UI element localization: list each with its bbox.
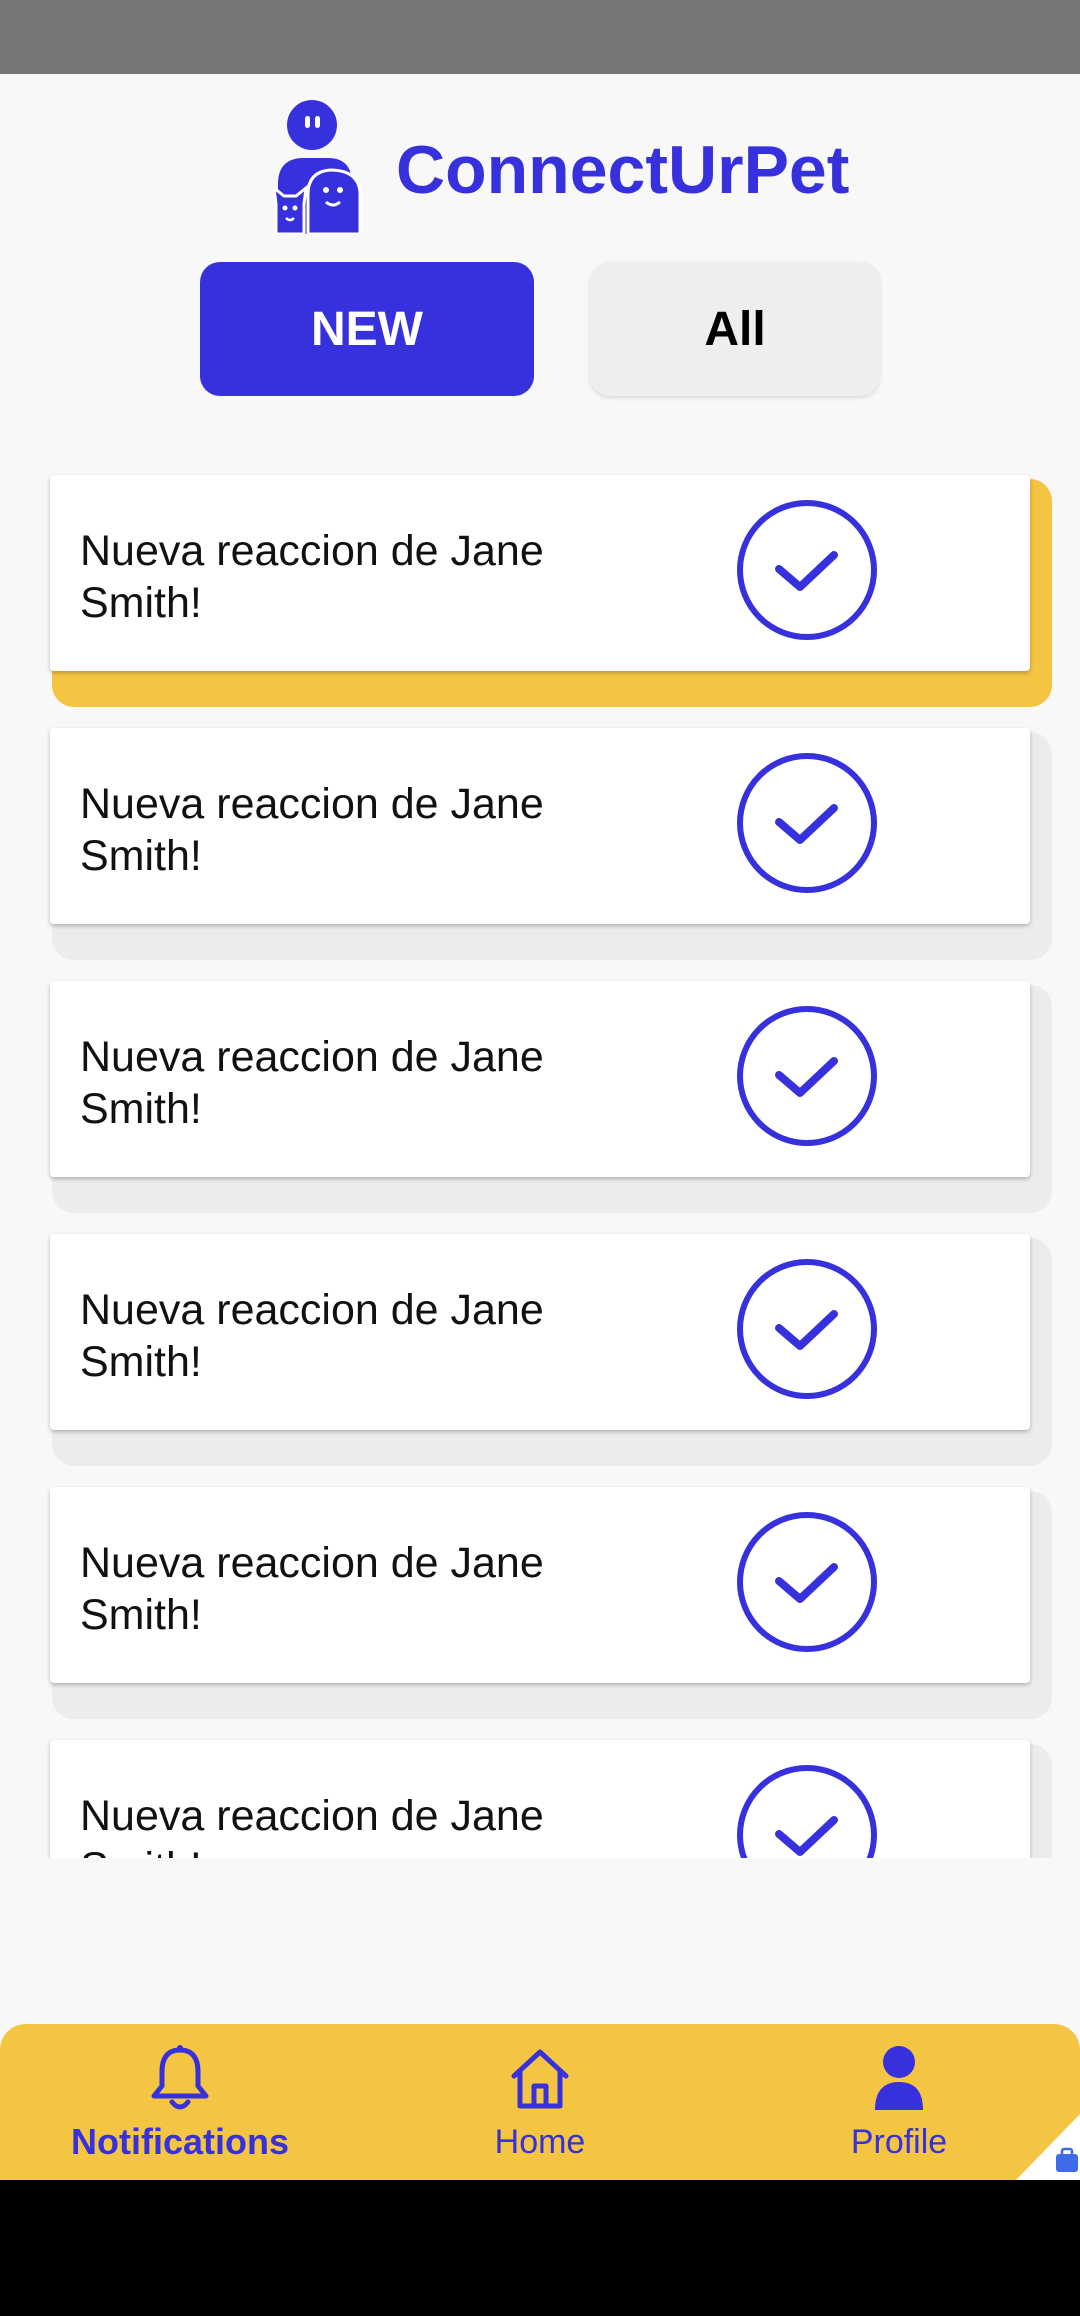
pet-logo-icon bbox=[272, 100, 362, 234]
mark-read-check-icon[interactable] bbox=[736, 1511, 878, 1653]
person-icon bbox=[875, 2046, 923, 2110]
notification-item: Nueva reaccion de Jane Smith! bbox=[50, 1234, 1052, 1466]
notification-card: Nueva reaccion de Jane Smith! bbox=[50, 728, 1030, 924]
notification-text-line1: Nueva reaccion de Jane bbox=[80, 1792, 544, 1840]
notification-item: Nueva reaccion de Jane Smith! bbox=[50, 1487, 1052, 1719]
system-navigation-bar bbox=[0, 2180, 1080, 2316]
notification-text-line2: Smith! bbox=[80, 1338, 202, 1386]
mark-read-check-icon[interactable] bbox=[736, 1764, 878, 1858]
bell-icon bbox=[151, 2045, 209, 2110]
notification-item: Nueva reaccion de Jane Smith! bbox=[50, 1740, 1052, 1858]
notification-text-line1: Nueva reaccion de Jane bbox=[80, 780, 544, 828]
notification-card: Nueva reaccion de Jane Smith! bbox=[50, 475, 1030, 671]
notification-text: Nueva reaccion de Jane Smith! bbox=[80, 778, 640, 882]
notification-card: Nueva reaccion de Jane Smith! bbox=[50, 1487, 1030, 1683]
nav-profile-label: Profile bbox=[850, 2123, 948, 2161]
mark-read-check-icon[interactable] bbox=[736, 499, 878, 641]
notification-text: Nueva reaccion de Jane Smith! bbox=[80, 1790, 640, 1858]
app-header: ConnectUrPet bbox=[0, 74, 1080, 244]
notification-text: Nueva reaccion de Jane Smith! bbox=[80, 1031, 640, 1135]
notification-text-line2: Smith! bbox=[80, 1842, 640, 1858]
nav-home-label: Home bbox=[494, 2123, 586, 2161]
notification-text-line2: Smith! bbox=[80, 832, 202, 880]
notification-card: Nueva reaccion de Jane Smith! bbox=[50, 1234, 1030, 1430]
mark-read-check-icon[interactable] bbox=[736, 1005, 878, 1147]
notification-text-line1: Nueva reaccion de Jane bbox=[80, 1286, 544, 1334]
notification-text: Nueva reaccion de Jane Smith! bbox=[80, 525, 640, 629]
notification-card: Nueva reaccion de Jane Smith! bbox=[50, 1740, 1030, 1858]
notification-text-line2: Smith! bbox=[80, 1085, 202, 1133]
mark-read-check-icon[interactable] bbox=[736, 1258, 878, 1400]
nav-profile[interactable]: Profile bbox=[749, 2042, 1049, 2172]
status-bar bbox=[0, 0, 1080, 74]
notification-text-line1: Nueva reaccion de Jane bbox=[80, 1539, 544, 1587]
notification-list[interactable]: Nueva reaccion de Jane Smith! Nueva reac… bbox=[0, 470, 1080, 1858]
notification-text-line1: Nueva reaccion de Jane bbox=[80, 1033, 544, 1081]
notification-text-line2: Smith! bbox=[80, 579, 202, 627]
notification-text: Nueva reaccion de Jane Smith! bbox=[80, 1537, 640, 1641]
mark-read-check-icon[interactable] bbox=[736, 752, 878, 894]
app-title: ConnectUrPet bbox=[396, 132, 850, 208]
notification-text-line1: Nueva reaccion de Jane bbox=[80, 527, 544, 575]
page-curl-icon[interactable] bbox=[1016, 2114, 1080, 2180]
bottom-navigation: Notifications Home Profile bbox=[0, 2024, 1080, 2180]
notification-item: Nueva reaccion de Jane Smith! bbox=[50, 475, 1052, 707]
nav-home[interactable]: Home bbox=[390, 2042, 690, 2172]
notification-item: Nueva reaccion de Jane Smith! bbox=[50, 728, 1052, 960]
home-icon bbox=[511, 2049, 569, 2109]
notification-item: Nueva reaccion de Jane Smith! bbox=[50, 981, 1052, 1213]
nav-notifications-label: Notifications bbox=[70, 2121, 289, 2162]
filter-new-button[interactable]: NEW bbox=[200, 262, 534, 396]
nav-notifications[interactable]: Notifications bbox=[30, 2042, 330, 2172]
notification-text-line2: Smith! bbox=[80, 1591, 202, 1639]
notification-text: Nueva reaccion de Jane Smith! bbox=[80, 1284, 640, 1388]
notification-card: Nueva reaccion de Jane Smith! bbox=[50, 981, 1030, 1177]
filter-all-button[interactable]: All bbox=[590, 262, 880, 396]
